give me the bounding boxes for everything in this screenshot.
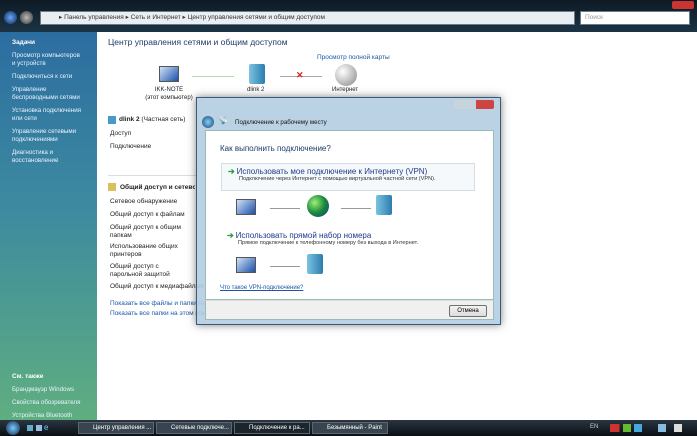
window-controls[interactable]: [454, 100, 494, 109]
network-icon-small: [108, 116, 116, 124]
start-button[interactable]: [6, 421, 20, 435]
back-button[interactable]: [202, 116, 214, 128]
sharing-row: Общий доступ с парольной защитой: [110, 263, 170, 278]
see-also-link[interactable]: Свойства обозревателя: [12, 399, 92, 407]
ie-icon[interactable]: e: [44, 423, 48, 432]
taskbar-task[interactable]: Сетевые подключе...: [156, 422, 232, 434]
switch-windows-icon[interactable]: [36, 425, 42, 431]
sharing-row: Общий доступ к медиафайлам: [110, 283, 204, 290]
row-label: Доступ: [110, 130, 132, 137]
vpn-option[interactable]: ➔ Использовать мое подключение к Интерне…: [221, 163, 475, 191]
computer-icon: [159, 66, 179, 82]
computer-icon: [236, 257, 256, 273]
dialog-title: Подключение к рабочему месту: [235, 119, 327, 126]
see-also-link[interactable]: Брандмауэр Windows: [12, 386, 92, 394]
cancel-button[interactable]: Отмена: [449, 305, 487, 317]
close-button[interactable]: [672, 1, 694, 9]
show-files-link[interactable]: Показать все файлы и папки на: [110, 300, 206, 307]
network-label: dlink 2: [247, 87, 265, 93]
connect-workplace-dialog: 📡 Подключение к рабочему месту Как выпол…: [196, 97, 501, 325]
server-icon: [376, 195, 392, 215]
back-button[interactable]: [4, 11, 17, 24]
dialog-footer: Отмена: [205, 300, 494, 320]
internet-label: Интернет: [332, 87, 359, 93]
task-link[interactable]: Диагностика и восстановление: [12, 149, 85, 165]
task-link[interactable]: Установка подключения или сети: [12, 107, 85, 123]
connection-line: [270, 266, 300, 267]
connection-line: [192, 76, 234, 77]
dialup-option[interactable]: ➔ Использовать прямой набор номера Прямо…: [226, 231, 480, 246]
vpn-option-title: Использовать мое подключение к Интернету…: [236, 167, 428, 176]
internet-icon[interactable]: [335, 64, 357, 86]
breadcrumb-1[interactable]: Сеть и Интернет: [131, 14, 181, 21]
globe-icon: [307, 195, 329, 217]
sharing-icon: [108, 183, 116, 191]
connection-line: [270, 208, 300, 209]
sharing-row: Общий доступ к общим папкам: [110, 224, 181, 239]
green-arrow-icon: ➔: [228, 167, 235, 176]
taskbar: e Центр управления ... Сетевые подключе.…: [0, 420, 697, 436]
show-folders-link[interactable]: Показать все папки на этом ком: [110, 310, 206, 317]
breadcrumb-2[interactable]: Центр управления сетями и общим доступом: [188, 14, 325, 21]
language-indicator[interactable]: EN: [590, 424, 598, 430]
green-arrow-icon: ➔: [227, 231, 234, 240]
show-desktop-icon[interactable]: [27, 425, 33, 431]
task-link[interactable]: Управление беспроводными сетями: [12, 86, 85, 102]
dialog-question: Как выполнить подключение?: [220, 144, 331, 153]
connection-line: [341, 208, 371, 209]
see-also-heading: См. также: [12, 373, 44, 380]
vpn-option-desc: Подключение через Интернет с помощью вир…: [239, 176, 436, 182]
server-icon: [307, 254, 323, 274]
forward-button[interactable]: [20, 11, 33, 24]
sharing-row: Сетевое обнаружение: [110, 198, 178, 205]
task-link[interactable]: Подключиться к сети: [12, 73, 85, 81]
computer-icon: [236, 199, 256, 215]
address-bar[interactable]: ▸ Панель управления ▸ Сеть и Интернет ▸ …: [40, 11, 575, 25]
see-also-link[interactable]: Устройства Bluetooth: [12, 412, 92, 420]
dialog-body: Как выполнить подключение? ➔ Использоват…: [205, 130, 494, 300]
sharing-row: Общий доступ к файлам: [110, 211, 185, 218]
taskbar-task[interactable]: Центр управления ...: [78, 422, 154, 434]
full-map-link[interactable]: Просмотр полной карты: [317, 54, 390, 61]
network-type: (Частная сеть): [141, 116, 186, 123]
sharing-heading: Общий доступ и сетевое обнаружение: [120, 184, 195, 191]
breadcrumb-0[interactable]: Панель управления: [64, 14, 124, 21]
error-x-icon: ✕: [296, 70, 304, 80]
taskbar-task[interactable]: Безымянный - Paint: [312, 422, 388, 434]
page-title: Центр управления сетями и общим доступом: [108, 37, 288, 47]
network-name: dlink 2: [119, 116, 140, 123]
sidebar: Задачи Просмотр компьютеров и устройств …: [0, 32, 97, 420]
system-tray-icons[interactable]: [610, 424, 690, 432]
taskbar-task-active[interactable]: Подключение к ра...: [234, 422, 310, 434]
window-titlebar: ▸ Панель управления ▸ Сеть и Интернет ▸ …: [0, 0, 697, 32]
vpn-help-link[interactable]: Что такое VPN-подключение?: [220, 285, 303, 291]
task-link[interactable]: Управление сетевыми подключениями: [12, 128, 85, 144]
search-input[interactable]: Поиск: [580, 11, 690, 25]
sharing-row: Использование общих принтеров: [110, 243, 178, 258]
dialup-option-title: Использовать прямой набор номера: [235, 231, 372, 240]
dialup-option-desc: Прямое подключение к телефонному номеру …: [238, 240, 419, 246]
network-wizard-icon: 📡: [218, 116, 228, 125]
computer-name: IKK-NOTE: [154, 87, 184, 93]
row-label: Подключение: [110, 143, 152, 150]
computer-sub: (этот компьютер): [145, 95, 193, 101]
network-icon[interactable]: [249, 64, 265, 84]
divider: [108, 175, 198, 176]
task-link[interactable]: Просмотр компьютеров и устройств: [12, 52, 85, 68]
tasks-heading: Задачи: [12, 39, 36, 46]
